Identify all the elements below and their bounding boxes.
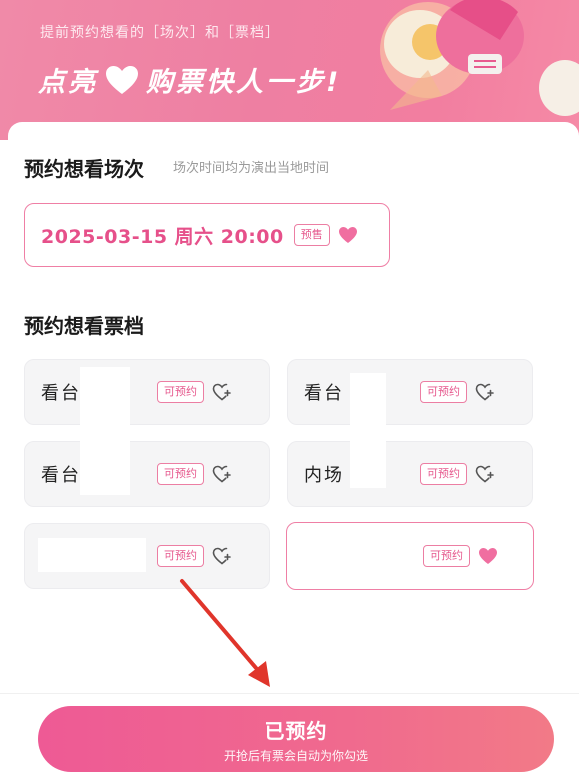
banner-headline: 点亮 购票快人一步! bbox=[38, 60, 341, 99]
reserved-button[interactable]: 已预约 开抢后有票会自动为你勾选 bbox=[38, 706, 554, 772]
rocket-mascot-illustration bbox=[380, 0, 579, 116]
heart-plus-icon bbox=[475, 383, 494, 401]
reservable-badge: 可预约 bbox=[423, 545, 470, 567]
promo-banner: 提前预约想看的［场次］和［票档］ 点亮 购票快人一步! bbox=[0, 0, 579, 140]
redaction-mask bbox=[38, 538, 146, 572]
heart-filled-icon bbox=[479, 548, 497, 564]
session-option[interactable]: 2025-03-15 周六 20:00 预售 bbox=[24, 203, 390, 267]
reserved-button-sublabel: 开抢后有票会自动为你勾选 bbox=[223, 748, 368, 763]
ticket-option[interactable]: 看台 元 可预约 bbox=[24, 359, 270, 425]
banner-headline-right: 购票快人一步! bbox=[146, 67, 342, 98]
redaction-mask bbox=[350, 373, 386, 488]
reservable-badge: 可预约 bbox=[420, 463, 467, 485]
redaction-mask bbox=[80, 367, 130, 495]
reserved-button-label: 已预约 bbox=[264, 718, 328, 743]
heart-plus-icon bbox=[212, 383, 231, 401]
presale-badge: 预售 bbox=[293, 224, 330, 246]
ticket-option[interactable]: 看台 元 可预约 bbox=[287, 359, 533, 425]
reservable-badge: 可预约 bbox=[157, 545, 204, 567]
session-datetime: 2025-03-15 周六 20:00 bbox=[41, 225, 284, 248]
heart-icon bbox=[106, 65, 138, 94]
heart-filled-icon bbox=[338, 227, 357, 243]
heart-plus-icon bbox=[475, 465, 494, 483]
reservable-badge: 可预约 bbox=[157, 463, 204, 485]
banner-subtitle: 提前预约想看的［场次］和［票档］ bbox=[40, 25, 280, 41]
ticket-option[interactable]: 内场 元 可预约 bbox=[287, 441, 533, 507]
heart-plus-icon bbox=[212, 465, 231, 483]
ticket-option[interactable]: 看台 元 可预约 bbox=[24, 441, 270, 507]
session-section-title: 预约想看场次 bbox=[24, 157, 144, 181]
ticket-option-selected[interactable]: 可预约 bbox=[286, 522, 534, 590]
arrow-annotation-icon bbox=[180, 579, 270, 687]
ticket-section-title: 预约想看票档 bbox=[24, 314, 144, 338]
banner-headline-left: 点亮 bbox=[38, 67, 98, 98]
reservable-badge: 可预约 bbox=[420, 381, 467, 403]
session-section-note: 场次时间均为演出当地时间 bbox=[173, 161, 330, 176]
heart-plus-icon bbox=[212, 547, 231, 565]
reservable-badge: 可预约 bbox=[157, 381, 204, 403]
